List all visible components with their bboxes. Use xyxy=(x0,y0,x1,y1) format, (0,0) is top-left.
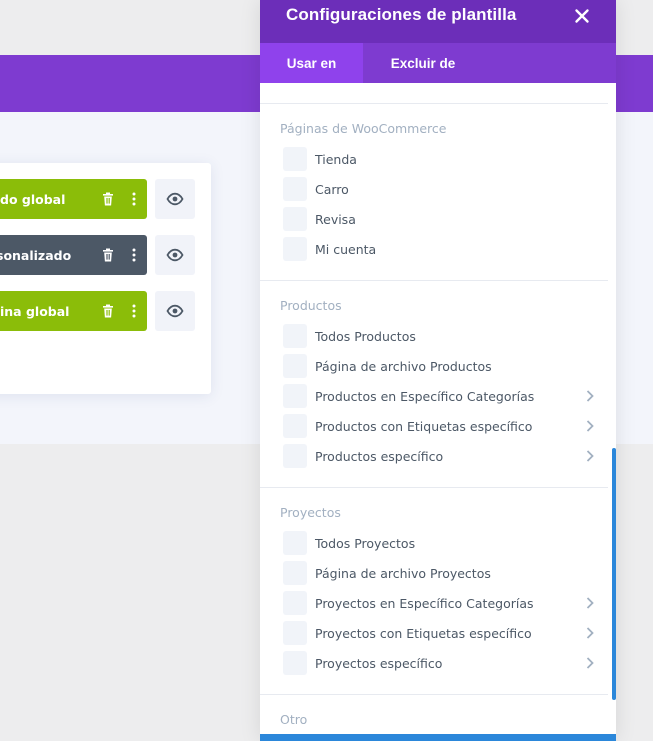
template-bar[interactable]: ina global xyxy=(0,291,147,331)
option-label: Página de archivo Productos xyxy=(315,358,492,374)
trash-icon[interactable] xyxy=(100,303,116,319)
option-label: Carro xyxy=(315,181,349,197)
option-todos-productos[interactable]: Todos Productos xyxy=(283,324,603,348)
divider xyxy=(260,694,608,695)
checkbox[interactable] xyxy=(283,531,307,555)
option-label: Todos Proyectos xyxy=(315,535,416,551)
option-label: Tienda xyxy=(315,151,357,167)
option-productos-categorias[interactable]: Productos en Específico Categorías xyxy=(283,384,603,408)
option-proyectos-especifico[interactable]: Proyectos específico xyxy=(283,651,603,675)
close-button[interactable] xyxy=(572,6,592,26)
option-proyectos-etiquetas[interactable]: Proyectos con Etiquetas específico xyxy=(283,621,603,645)
divider xyxy=(260,487,608,488)
option-productos-etiquetas[interactable]: Productos con Etiquetas específico xyxy=(283,414,603,438)
chevron-right-icon[interactable] xyxy=(583,389,597,403)
checkbox[interactable] xyxy=(283,207,307,231)
eye-icon xyxy=(166,248,184,262)
option-label: Productos con Etiquetas específico xyxy=(315,418,533,434)
option-carro[interactable]: Carro xyxy=(283,177,603,201)
divider xyxy=(260,280,608,281)
template-row: sonalizado xyxy=(0,235,211,275)
tab-usar-en[interactable]: Usar en xyxy=(260,43,363,83)
chevron-right-icon[interactable] xyxy=(583,419,597,433)
template-settings-modal: Configuraciones de plantilla Usar en Exc… xyxy=(260,0,616,741)
section-title-proyectos: Proyectos xyxy=(280,505,341,520)
eye-icon xyxy=(166,192,184,206)
more-vertical-icon[interactable] xyxy=(126,191,142,207)
checkbox[interactable] xyxy=(283,324,307,348)
option-label: Mi cuenta xyxy=(315,241,377,257)
chevron-right-icon[interactable] xyxy=(583,449,597,463)
option-label: Todos Productos xyxy=(315,328,416,344)
visibility-toggle[interactable] xyxy=(155,179,195,219)
option-tienda[interactable]: Tienda xyxy=(283,147,603,171)
checkbox[interactable] xyxy=(283,177,307,201)
template-label: do global xyxy=(0,191,66,207)
modal-header: Configuraciones de plantilla xyxy=(260,0,616,43)
option-revisa[interactable]: Revisa xyxy=(283,207,603,231)
chevron-right-icon[interactable] xyxy=(583,656,597,670)
option-proyectos-categorias[interactable]: Proyectos en Específico Categorías xyxy=(283,591,603,615)
eye-icon xyxy=(166,304,184,318)
checkbox[interactable] xyxy=(283,237,307,261)
checkbox[interactable] xyxy=(283,591,307,615)
chevron-right-icon[interactable] xyxy=(583,596,597,610)
template-label: ina global xyxy=(0,303,70,319)
visibility-toggle[interactable] xyxy=(155,235,195,275)
close-icon xyxy=(575,9,589,23)
option-productos-especifico[interactable]: Productos específico xyxy=(283,444,603,468)
template-row: do global xyxy=(0,179,211,219)
checkbox[interactable] xyxy=(283,354,307,378)
section-title-otro: Otro xyxy=(280,712,308,727)
modal-body[interactable]: Páginas de WooCommerce Tienda Carro Revi… xyxy=(260,83,616,741)
more-vertical-icon[interactable] xyxy=(126,247,142,263)
option-mi-cuenta[interactable]: Mi cuenta xyxy=(283,237,603,261)
checkbox[interactable] xyxy=(283,561,307,585)
template-row: ina global xyxy=(0,291,211,331)
checkbox[interactable] xyxy=(283,414,307,438)
scrollbar-thumb[interactable] xyxy=(612,448,616,700)
checkbox[interactable] xyxy=(283,444,307,468)
option-archivo-productos[interactable]: Página de archivo Productos xyxy=(283,354,603,378)
tab-excluir-de[interactable]: Excluir de xyxy=(371,43,475,83)
checkbox[interactable] xyxy=(283,147,307,171)
option-label: Proyectos en Específico Categorías xyxy=(315,595,534,611)
modal-tabs: Usar en Excluir de xyxy=(260,43,616,83)
template-bar[interactable]: do global xyxy=(0,179,147,219)
section-title-productos: Productos xyxy=(280,298,342,313)
checkbox[interactable] xyxy=(283,621,307,645)
option-label: Productos específico xyxy=(315,448,444,464)
trash-icon[interactable] xyxy=(100,247,116,263)
trash-icon[interactable] xyxy=(100,191,116,207)
template-label: sonalizado xyxy=(0,247,72,263)
section-title-woocommerce: Páginas de WooCommerce xyxy=(280,121,447,136)
option-label: Proyectos con Etiquetas específico xyxy=(315,625,532,641)
option-label: Proyectos específico xyxy=(315,655,443,671)
option-label: Página de archivo Proyectos xyxy=(315,565,491,581)
modal-footer-bar[interactable] xyxy=(260,734,616,741)
checkbox[interactable] xyxy=(283,651,307,675)
visibility-toggle[interactable] xyxy=(155,291,195,331)
option-label: Productos en Específico Categorías xyxy=(315,388,535,404)
more-vertical-icon[interactable] xyxy=(126,303,142,319)
modal-title: Configuraciones de plantilla xyxy=(286,5,517,24)
chevron-right-icon[interactable] xyxy=(583,626,597,640)
option-archivo-proyectos[interactable]: Página de archivo Proyectos xyxy=(283,561,603,585)
option-todos-proyectos[interactable]: Todos Proyectos xyxy=(283,531,603,555)
checkbox[interactable] xyxy=(283,384,307,408)
template-bar[interactable]: sonalizado xyxy=(0,235,147,275)
option-label: Revisa xyxy=(315,211,356,227)
divider xyxy=(260,103,608,104)
template-card: do global sonalizado ina global xyxy=(0,163,211,394)
